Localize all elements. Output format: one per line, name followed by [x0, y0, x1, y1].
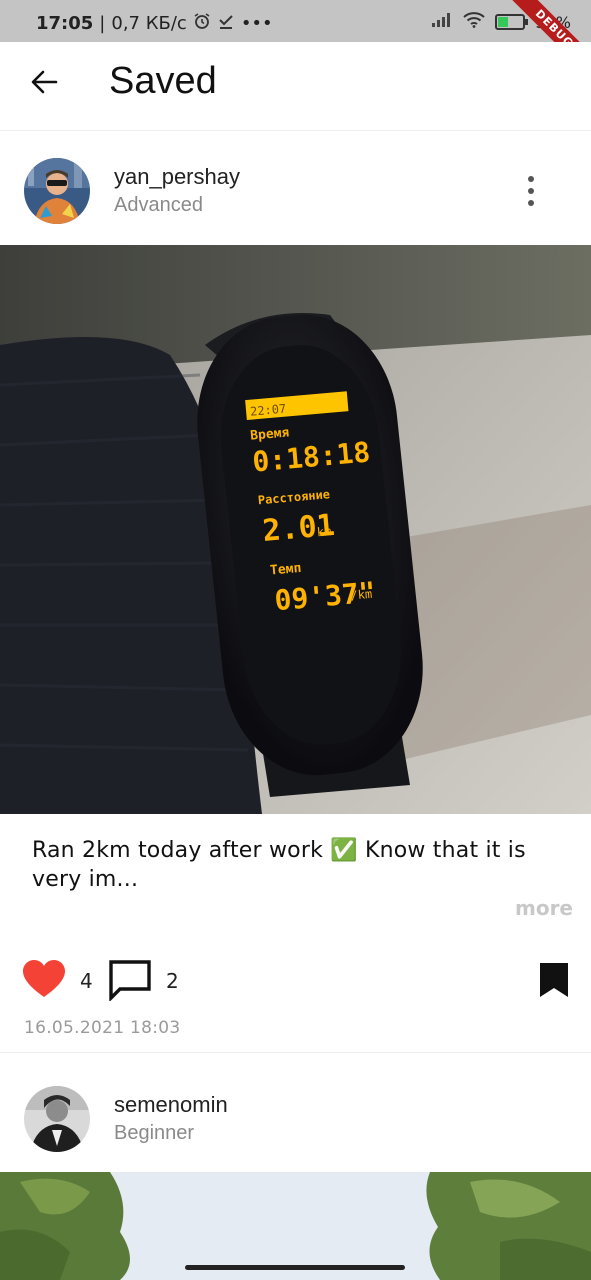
like-button[interactable]	[22, 959, 68, 1001]
status-left: 17:05 | 0,7 КБ/с •••	[36, 12, 273, 35]
download-done-icon	[217, 12, 235, 35]
arrow-left-icon	[31, 70, 58, 94]
post-actions: 4 2	[0, 955, 591, 1007]
avatar[interactable]	[24, 1086, 90, 1152]
wifi-icon	[463, 12, 486, 32]
comment-count: 2	[166, 969, 179, 993]
username[interactable]: semenomin	[114, 1092, 228, 1118]
status-bar: 17:05 | 0,7 КБ/с ••• 36% DEBUG	[0, 0, 591, 42]
comment-icon	[109, 960, 151, 1003]
watch-pace-label: Темп	[269, 561, 302, 579]
post-photo[interactable]	[0, 1172, 591, 1280]
post-date: 16.05.2021 18:03	[24, 1018, 181, 1038]
more-link[interactable]: more	[515, 896, 573, 920]
signal-icon	[431, 12, 453, 32]
divider	[0, 130, 591, 131]
alarm-icon	[193, 12, 211, 35]
overflow-dots-icon: •••	[240, 13, 273, 34]
page-title: Saved	[109, 60, 217, 102]
post-photo[interactable]: 22:07 Время 0:18:18 Расстояние 2.01 km Т…	[0, 245, 591, 814]
post-caption: Ran 2km today after work ✅ Know that it …	[32, 838, 526, 892]
comment-button[interactable]	[108, 959, 154, 1003]
watch-distance-unit: km	[316, 524, 332, 539]
status-time: 17:05	[36, 13, 94, 34]
user-level: Beginner	[114, 1122, 195, 1144]
like-count: 4	[80, 969, 93, 993]
bookmark-button[interactable]	[538, 961, 572, 1001]
heart-icon	[23, 960, 65, 997]
post-header: yan_pershay Advanced	[0, 142, 591, 242]
user-level: Advanced	[114, 194, 203, 216]
username[interactable]: yan_pershay	[114, 164, 240, 190]
avatar[interactable]	[24, 158, 90, 224]
battery-icon	[495, 14, 529, 30]
back-button[interactable]	[24, 62, 64, 102]
home-indicator[interactable]	[185, 1265, 405, 1270]
app-bar: Saved	[0, 42, 591, 128]
status-separator: |	[99, 13, 106, 34]
bookmark-icon	[540, 963, 568, 997]
post-header: semenomin Beginner	[0, 1070, 591, 1170]
watch-pace-unit: /km	[350, 587, 373, 603]
divider	[0, 1052, 591, 1053]
network-speed: 0,7 КБ/с	[111, 13, 187, 34]
more-options-icon[interactable]	[521, 176, 541, 206]
